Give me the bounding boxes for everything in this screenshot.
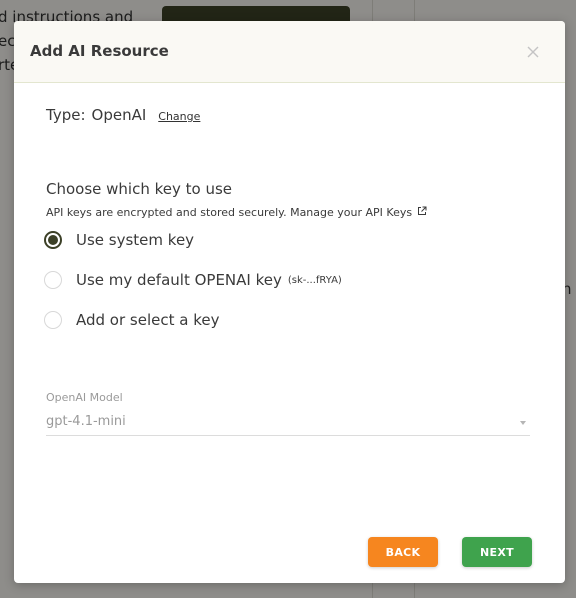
model-select-value: gpt-4.1-mini: [46, 414, 126, 429]
close-button[interactable]: [522, 41, 544, 63]
back-button[interactable]: BACK: [368, 537, 438, 567]
modal-header: Add AI Resource: [14, 21, 565, 83]
add-ai-resource-modal: Add AI Resource Type: OpenAI Change Choo…: [14, 21, 565, 583]
radio-button-selected[interactable]: [44, 231, 62, 249]
model-field-label: OpenAI Model: [46, 391, 123, 404]
option-use-default-openai-key[interactable]: Use my default OPENAI key (sk-...fRYA): [44, 271, 342, 289]
close-icon: [527, 46, 539, 58]
resource-type-row: Type: OpenAI Change: [46, 106, 200, 124]
key-choice-heading: Choose which key to use: [46, 180, 233, 198]
option-label: Add or select a key: [76, 311, 220, 329]
option-label: Use system key: [76, 231, 195, 249]
radio-button[interactable]: [44, 311, 62, 329]
option-add-or-select-key[interactable]: Add or select a key: [44, 311, 219, 329]
next-button[interactable]: NEXT: [462, 537, 532, 567]
key-hint: (sk-...fRYA): [287, 274, 342, 286]
modal-title: Add AI Resource: [30, 42, 169, 60]
chevron-down-icon: [520, 421, 526, 425]
key-choice-subtext: API keys are encrypted and stored secure…: [46, 206, 427, 219]
option-use-system-key[interactable]: Use system key: [44, 231, 194, 249]
radio-button[interactable]: [44, 271, 62, 289]
external-link-icon[interactable]: [417, 206, 427, 219]
type-label: Type:: [46, 106, 86, 124]
change-type-link[interactable]: Change: [158, 110, 200, 123]
type-value: OpenAI: [91, 106, 147, 124]
option-label: Use my default OPENAI key: [76, 271, 282, 289]
model-select[interactable]: gpt-4.1-mini: [46, 409, 530, 436]
key-subtext: API keys are encrypted and stored secure…: [46, 206, 413, 219]
